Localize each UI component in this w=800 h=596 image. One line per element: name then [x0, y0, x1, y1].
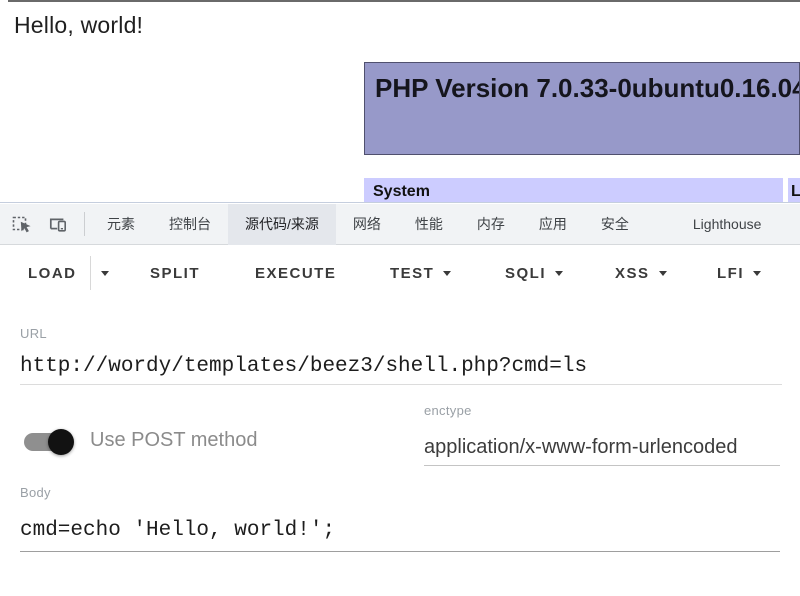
phpinfo-system-value-cell: Li — [788, 178, 800, 202]
url-field-label: URL — [20, 326, 47, 341]
tab-console[interactable]: 控制台 — [152, 204, 228, 245]
tab-security[interactable]: 安全 — [584, 204, 646, 245]
chevron-down-icon — [659, 271, 667, 276]
test-button-label: TEST — [390, 265, 434, 282]
page-top-border — [8, 0, 800, 2]
phpinfo-header-box: PHP Version 7.0.33-0ubuntu0.16.04 — [364, 62, 800, 155]
lfi-button-label: LFI — [717, 265, 744, 282]
tab-application[interactable]: 应用 — [522, 204, 584, 245]
xss-button-label: XSS — [615, 265, 650, 282]
inspect-element-icon[interactable] — [11, 213, 33, 235]
chevron-down-icon — [753, 271, 761, 276]
tab-lighthouse[interactable]: Lighthouse — [676, 204, 779, 245]
tab-network[interactable]: 网络 — [336, 204, 398, 245]
toggle-knob — [48, 429, 74, 455]
phpinfo-system-row: System Li — [364, 178, 800, 202]
execute-button-label: EXECUTE — [255, 265, 336, 282]
body-input[interactable] — [20, 510, 780, 552]
chevron-down-icon — [555, 271, 563, 276]
enctype-input[interactable] — [424, 430, 780, 466]
phpinfo-system-label-cell: System — [364, 178, 783, 202]
load-button-group: LOAD — [20, 255, 119, 291]
split-button-label: SPLIT — [150, 265, 200, 282]
tab-performance[interactable]: 性能 — [398, 204, 460, 245]
chevron-down-icon — [101, 271, 109, 276]
devtools-tab-bar: 元素 控制台 源代码/来源 网络 性能 内存 应用 安全 Lighthouse — [0, 204, 800, 245]
screenshot-root: Hello, world! PHP Version 7.0.33-0ubuntu… — [0, 0, 800, 596]
tab-elements[interactable]: 元素 — [90, 204, 152, 245]
execute-button[interactable]: EXECUTE — [255, 255, 336, 291]
page-hello-text: Hello, world! — [14, 12, 143, 39]
tab-memory[interactable]: 内存 — [460, 204, 522, 245]
sqli-button-label: SQLI — [505, 265, 546, 282]
split-button[interactable]: SPLIT — [150, 255, 200, 291]
chevron-down-icon — [443, 271, 451, 276]
url-input[interactable] — [20, 349, 782, 385]
toolbar-separator — [84, 212, 85, 236]
use-post-toggle-label: Use POST method — [90, 429, 257, 452]
tab-sources[interactable]: 源代码/来源 — [228, 204, 336, 245]
use-post-toggle[interactable] — [24, 429, 76, 455]
sqli-menu-button[interactable]: SQLI — [505, 255, 563, 291]
device-toolbar-icon[interactable] — [47, 213, 69, 235]
body-field-label: Body — [20, 485, 51, 500]
phpinfo-title: PHP Version 7.0.33-0ubuntu0.16.04 — [375, 73, 799, 104]
test-menu-button[interactable]: TEST — [390, 255, 451, 291]
load-dropdown-button[interactable] — [91, 255, 119, 291]
xss-menu-button[interactable]: XSS — [615, 255, 667, 291]
load-button[interactable]: LOAD — [20, 265, 90, 282]
enctype-field-label: enctype — [424, 403, 472, 418]
lfi-menu-button[interactable]: LFI — [717, 255, 761, 291]
